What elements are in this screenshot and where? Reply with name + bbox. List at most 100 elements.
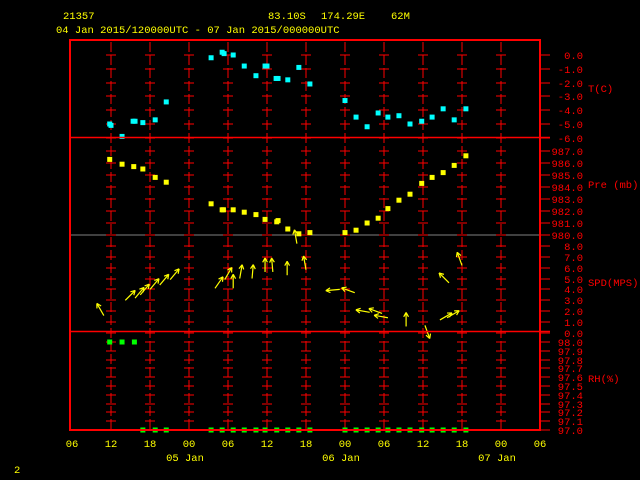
y-tick-label: 982.0 xyxy=(551,207,583,219)
wind-arrow-head xyxy=(373,313,380,316)
panel-label-temperature: T(C) xyxy=(588,84,613,96)
pressure-point xyxy=(208,201,214,207)
wind-arrow-head xyxy=(241,264,245,270)
wind-arrow xyxy=(269,257,275,273)
pressure-point xyxy=(107,156,113,162)
panel-label-wind: SPD(MPS) xyxy=(588,278,638,290)
temperature-point xyxy=(285,77,291,83)
pressure-point xyxy=(140,166,146,172)
temperature-point xyxy=(241,63,247,69)
y-tick-label: 0.0 xyxy=(564,51,583,63)
wind-arrow xyxy=(455,251,463,266)
x-tick-label: 18 xyxy=(300,439,313,451)
pressure-point xyxy=(230,207,236,213)
panel-label-pressure: Pre (mb) xyxy=(588,180,638,192)
wind-arrow xyxy=(238,264,245,279)
x-tick-label: 18 xyxy=(144,439,157,451)
wind-arrow xyxy=(124,289,136,301)
y-tick-label: 987.0 xyxy=(551,147,583,159)
pressure-point xyxy=(119,161,125,167)
wind-arrow xyxy=(292,229,299,244)
relative_humidity-point xyxy=(131,339,137,345)
wind-arrow-head xyxy=(341,286,347,289)
pressure-point xyxy=(375,215,381,221)
x-day-label: 07 Jan xyxy=(478,453,516,465)
y-tick-label: -5.0 xyxy=(558,120,583,132)
wind-arrow-shaft xyxy=(124,289,136,301)
temperature-point xyxy=(429,114,435,120)
temperature-point xyxy=(208,55,214,61)
pressure-point xyxy=(364,220,370,226)
wind-arrow xyxy=(341,286,355,294)
pressure-point xyxy=(353,227,359,233)
wind-arrow xyxy=(159,273,170,286)
pressure-point xyxy=(307,230,313,236)
wind-arrow xyxy=(284,260,291,276)
temperature-point xyxy=(307,81,313,87)
temperature-point xyxy=(264,63,270,69)
wind-arrow-head xyxy=(221,276,224,282)
temperature-point xyxy=(385,114,391,120)
wind-arrow xyxy=(230,274,237,289)
wind-arrow xyxy=(403,312,410,327)
temperature-point xyxy=(407,121,413,127)
series-relative_humidity xyxy=(107,339,469,433)
relative_humidity-point xyxy=(119,339,125,345)
wind-arrow-head xyxy=(292,229,296,235)
x-tick-label: 18 xyxy=(456,439,469,451)
x-tick-label: 12 xyxy=(417,439,430,451)
series-temperature xyxy=(107,49,469,139)
x-tick-label: 00 xyxy=(183,439,196,451)
x-tick-label: 00 xyxy=(339,439,352,451)
wind-arrow xyxy=(250,264,256,279)
pressure-point xyxy=(440,170,446,176)
pressure-point xyxy=(463,153,469,159)
x-tick-label: 06 xyxy=(534,439,547,451)
pressure-point xyxy=(275,218,281,224)
panel-label-relative_humidity: RH(%) xyxy=(588,374,620,386)
temperature-point xyxy=(440,106,446,112)
y-tick-label: 986.0 xyxy=(551,159,583,171)
temperature-point xyxy=(364,124,370,130)
x-day-label: 05 Jan xyxy=(166,453,204,465)
wind-arrow-head xyxy=(368,307,374,310)
wind-arrow xyxy=(325,287,340,294)
wind-arrow xyxy=(373,313,389,319)
y-tick-label: 97.0 xyxy=(558,426,583,438)
y-tick-label: 984.0 xyxy=(551,183,583,195)
pressure-point xyxy=(241,209,247,215)
wind-arrow-head xyxy=(429,333,432,339)
pressure-point xyxy=(451,162,457,168)
temperature-point xyxy=(451,117,457,123)
temperature-point xyxy=(342,98,348,104)
temperature-point xyxy=(140,120,146,126)
meteogram-chart: 0.0 -1.0 -2.0-3.0 -4.0 -5.0 -6.0 T(C) 987.0986.… xyxy=(66,39,638,465)
pressure-point xyxy=(285,226,291,232)
wind-arrow xyxy=(149,278,160,290)
wind-arrow xyxy=(169,268,180,280)
temperature-point xyxy=(463,106,469,112)
y-tick-label: 985.0 xyxy=(551,171,583,183)
temperature-point xyxy=(221,51,227,57)
wind-arrow xyxy=(355,307,370,314)
y-tick-label: -4.0 xyxy=(558,106,583,118)
pressure-point xyxy=(220,207,226,213)
y-tick-label: 983.0 xyxy=(551,195,583,207)
x-tick-label: 06 xyxy=(66,439,79,451)
x-tick-label: 06 xyxy=(378,439,391,451)
temperature-point xyxy=(419,118,425,124)
y-tick-label: -1.0 xyxy=(558,65,583,77)
pressure-point xyxy=(407,191,413,197)
pressure-point xyxy=(342,230,348,236)
wind-arrow xyxy=(438,272,450,284)
pressure-point xyxy=(262,216,268,222)
temperature-point xyxy=(375,110,381,116)
pressure-point xyxy=(385,206,391,212)
series-pressure xyxy=(107,153,469,237)
y-tick-label: 981.0 xyxy=(551,219,583,231)
temperature-point xyxy=(230,52,236,58)
wind-arrow-head xyxy=(455,252,458,258)
x-tick-label: 12 xyxy=(105,439,118,451)
pressure-point xyxy=(396,197,402,203)
temperature-point xyxy=(296,64,302,70)
